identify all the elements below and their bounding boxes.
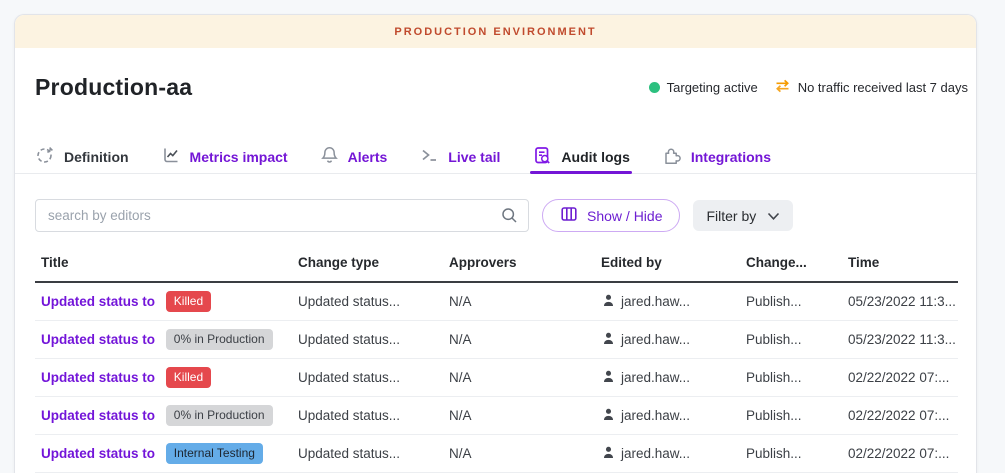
cell-edited-by: jared.haw... — [621, 294, 690, 309]
page-title: Production-aa — [35, 74, 192, 101]
tab-label: Integrations — [691, 149, 771, 165]
flag-detail-card: PRODUCTION ENVIRONMENT Production-aa Tar… — [14, 14, 977, 473]
cell-change-type: Updated status... — [298, 435, 449, 473]
cell-approvers: N/A — [449, 359, 601, 397]
tab-alerts[interactable]: Alerts — [320, 140, 388, 173]
cell-edited-by: jared.haw... — [621, 370, 690, 385]
show-hide-label: Show / Hide — [587, 208, 662, 224]
tab-metrics-impact[interactable]: Metrics impact — [161, 140, 288, 173]
search-wrapper — [35, 199, 529, 232]
cell-change: Publish... — [746, 321, 848, 359]
tab-definition[interactable]: Definition — [35, 140, 129, 173]
definition-icon — [35, 145, 55, 168]
col-change-type: Change type — [298, 247, 449, 282]
cell-time: 05/23/2022 11:3... — [848, 282, 958, 321]
tab-integrations[interactable]: Integrations — [662, 140, 771, 173]
table-row[interactable]: Updated status to Killed Updated status.… — [35, 359, 958, 397]
terminal-icon — [419, 145, 439, 168]
person-icon — [601, 445, 616, 463]
audit-table-body: Updated status to Killed Updated status.… — [35, 282, 958, 473]
cell-change-type: Updated status... — [298, 359, 449, 397]
show-hide-button[interactable]: Show / Hide — [542, 199, 680, 232]
cell-approvers: N/A — [449, 282, 601, 321]
targeting-status: Targeting active — [649, 80, 758, 95]
person-icon — [601, 293, 616, 311]
table-row[interactable]: Updated status to 0% in Production Updat… — [35, 397, 958, 435]
cell-change: Publish... — [746, 397, 848, 435]
tab-label: Alerts — [348, 149, 388, 165]
person-icon — [601, 369, 616, 387]
row-title-link[interactable]: Updated status to — [41, 370, 155, 385]
tab-audit-logs[interactable]: Audit logs — [532, 140, 629, 173]
audit-toolbar: Show / Hide Filter by — [35, 199, 956, 232]
tab-label: Metrics impact — [190, 149, 288, 165]
tab-live-tail[interactable]: Live tail — [419, 140, 500, 173]
search-icon — [500, 206, 519, 230]
row-title-link[interactable]: Updated status to — [41, 294, 155, 309]
cell-change-type: Updated status... — [298, 282, 449, 321]
row-title-link[interactable]: Updated status to — [41, 446, 155, 461]
status-badge: Internal Testing — [166, 443, 263, 464]
page-header: Production-aa Targeting active No traffi… — [35, 71, 968, 103]
search-input[interactable] — [35, 199, 529, 232]
targeting-status-label: Targeting active — [667, 80, 758, 95]
cell-edited-by: jared.haw... — [621, 332, 690, 347]
status-badge: 0% in Production — [166, 405, 273, 426]
status-badge: 0% in Production — [166, 329, 273, 350]
status-group: Targeting active No traffic received las… — [649, 79, 968, 96]
table-row[interactable]: Updated status to Internal Testing Updat… — [35, 435, 958, 473]
traffic-status: No traffic received last 7 days — [774, 79, 968, 96]
metrics-chart-icon — [161, 145, 181, 168]
cell-change-type: Updated status... — [298, 397, 449, 435]
traffic-status-label: No traffic received last 7 days — [798, 80, 968, 95]
tab-label: Live tail — [448, 149, 500, 165]
row-title-link[interactable]: Updated status to — [41, 332, 155, 347]
puzzle-icon — [662, 145, 682, 168]
production-environment-banner: PRODUCTION ENVIRONMENT — [15, 15, 976, 48]
audit-log-icon — [532, 145, 552, 169]
filter-by-button[interactable]: Filter by — [693, 200, 793, 231]
cell-change: Publish... — [746, 435, 848, 473]
status-badge: Killed — [166, 367, 211, 388]
person-icon — [601, 331, 616, 349]
col-time: Time — [848, 247, 958, 282]
bell-icon — [320, 145, 339, 168]
tab-bar: Definition Metrics impact Alerts — [15, 140, 976, 174]
status-badge: Killed — [166, 291, 211, 312]
cell-time: 05/23/2022 11:3... — [848, 321, 958, 359]
cell-approvers: N/A — [449, 435, 601, 473]
tab-label: Audit logs — [561, 149, 629, 165]
col-change: Change... — [746, 247, 848, 282]
cell-change-type: Updated status... — [298, 321, 449, 359]
filter-by-label: Filter by — [706, 208, 756, 224]
row-title-link[interactable]: Updated status to — [41, 408, 155, 423]
cell-change: Publish... — [746, 282, 848, 321]
cell-edited-by: jared.haw... — [621, 446, 690, 461]
chevron-down-icon — [767, 208, 780, 224]
cell-edited-by: jared.haw... — [621, 408, 690, 423]
cell-change: Publish... — [746, 359, 848, 397]
banner-label: PRODUCTION ENVIRONMENT — [394, 26, 596, 38]
cell-approvers: N/A — [449, 397, 601, 435]
targeting-active-dot-icon — [649, 82, 660, 93]
table-row[interactable]: Updated status to 0% in Production Updat… — [35, 321, 958, 359]
cell-time: 02/22/2022 07:... — [848, 435, 958, 473]
traffic-arrows-icon — [774, 79, 791, 96]
audit-log-table: Title Change type Approvers Edited by Ch… — [35, 247, 958, 473]
cell-time: 02/22/2022 07:... — [848, 359, 958, 397]
cell-approvers: N/A — [449, 321, 601, 359]
col-edited-by: Edited by — [601, 247, 746, 282]
col-approvers: Approvers — [449, 247, 601, 282]
tab-label: Definition — [64, 149, 129, 165]
cell-time: 02/22/2022 07:... — [848, 397, 958, 435]
person-icon — [601, 407, 616, 425]
table-header-row: Title Change type Approvers Edited by Ch… — [35, 247, 958, 282]
col-title: Title — [35, 247, 298, 282]
columns-icon — [560, 205, 578, 226]
table-row[interactable]: Updated status to Killed Updated status.… — [35, 282, 958, 321]
